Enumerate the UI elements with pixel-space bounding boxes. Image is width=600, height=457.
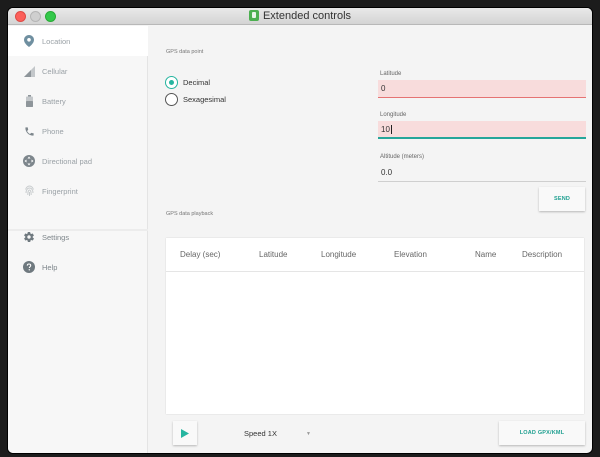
extended-controls-window: Extended controls Location Cellular Batt… — [8, 8, 592, 453]
column-description[interactable]: Description — [522, 250, 562, 259]
sidebar-item-label: Directional pad — [42, 156, 93, 166]
signal-icon — [23, 65, 35, 77]
sidebar-item-label: Cellular — [42, 66, 68, 76]
sidebar-item-label: Settings — [42, 232, 70, 242]
longitude-label: Longitude — [380, 112, 407, 118]
sidebar-item-directional-pad[interactable]: Directional pad — [8, 146, 148, 176]
sidebar-item-phone[interactable]: Phone — [8, 116, 148, 146]
sidebar: Location Cellular Battery Phone Directio… — [8, 26, 148, 453]
send-button[interactable]: SEND — [539, 187, 585, 211]
sidebar-item-battery[interactable]: Battery — [8, 86, 148, 116]
altitude-input[interactable]: 0.0 — [378, 164, 586, 182]
sidebar-item-label: Fingerprint — [42, 186, 78, 196]
app-icon — [248, 10, 259, 21]
latitude-label: Latitude — [380, 71, 402, 77]
radio-decimal-circle[interactable] — [165, 76, 178, 89]
radio-sexagesimal-circle[interactable] — [165, 93, 178, 106]
latitude-value: 0 — [381, 84, 386, 93]
location-pin-icon — [23, 35, 35, 47]
gear-icon — [23, 231, 35, 243]
sidebar-item-label: Phone — [42, 126, 64, 136]
sidebar-item-label: Battery — [42, 96, 66, 106]
sidebar-item-label: Help — [42, 262, 58, 272]
gps-data-point-heading: GPS data point — [166, 49, 204, 55]
altitude-label: Altitude (meters) — [380, 154, 425, 160]
phone-icon — [23, 125, 35, 137]
column-name[interactable]: Name — [475, 250, 496, 259]
longitude-input[interactable]: 10 — [378, 121, 586, 139]
load-gpx-kml-button[interactable]: LOAD GPX/KML — [499, 421, 585, 445]
column-delay[interactable]: Delay (sec) — [180, 250, 220, 259]
speed-select[interactable]: Speed 1X — [244, 429, 277, 438]
table-header: Delay (sec) Latitude Longitude Elevation… — [166, 238, 584, 272]
sidebar-item-fingerprint[interactable]: Fingerprint — [8, 176, 148, 206]
longitude-value: 10 — [381, 124, 390, 134]
battery-icon — [23, 95, 35, 107]
location-panel: GPS data point Decimal Sexagesimal Latit… — [149, 26, 592, 453]
latitude-input[interactable]: 0 — [378, 80, 586, 98]
radio-sexagesimal-label: Sexagesimal — [183, 95, 226, 104]
speed-dropdown-arrow-icon[interactable]: ▼ — [306, 431, 311, 437]
fingerprint-icon — [23, 185, 35, 197]
column-longitude[interactable]: Longitude — [321, 250, 356, 259]
dpad-icon — [23, 155, 35, 167]
sidebar-item-cellular[interactable]: Cellular — [8, 56, 148, 86]
gps-playback-table: Delay (sec) Latitude Longitude Elevation… — [166, 238, 584, 414]
gps-data-playback-heading: GPS data playback — [166, 211, 214, 217]
play-button[interactable] — [173, 421, 197, 445]
sidebar-item-location[interactable]: Location — [8, 26, 148, 56]
help-icon — [23, 261, 35, 273]
window-title: Extended controls — [262, 10, 352, 22]
text-cursor — [390, 124, 392, 134]
title-bar[interactable]: Extended controls — [8, 8, 592, 25]
play-icon — [181, 428, 189, 438]
sidebar-item-help[interactable]: Help — [8, 252, 148, 282]
column-elevation[interactable]: Elevation — [394, 250, 427, 259]
altitude-value: 0.0 — [381, 168, 393, 177]
radio-decimal-label: Decimal — [183, 78, 211, 87]
column-latitude[interactable]: Latitude — [259, 250, 287, 259]
radio-decimal[interactable]: Decimal — [165, 76, 210, 89]
sidebar-item-settings[interactable]: Settings — [8, 222, 148, 252]
sidebar-item-label: Location — [42, 36, 71, 46]
radio-sexagesimal[interactable]: Sexagesimal — [165, 93, 226, 106]
window-title-wrap: Extended controls — [8, 10, 592, 22]
